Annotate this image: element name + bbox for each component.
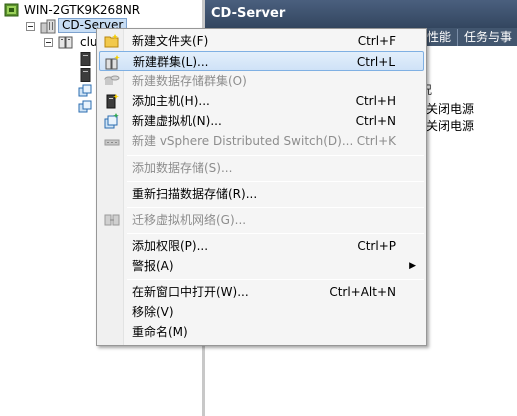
new-cluster-icon	[105, 55, 120, 70]
menu-item-label: 新建群集(L)...	[133, 55, 209, 69]
menu-item-new-datastore-cluster[interactable]: 新建数据存储群集(O)	[99, 71, 424, 91]
datacenter-icon	[40, 19, 56, 34]
menu-separator	[127, 181, 424, 182]
submenu-arrow-icon: ▶	[409, 261, 416, 271]
pane-title: CD-Server	[205, 0, 517, 28]
menu-item-label: 移除(V)	[132, 305, 174, 319]
tree-cluster-label: clu	[80, 35, 98, 49]
menu-item-label: 添加数据存储(S)...	[132, 161, 233, 175]
tree-root-label: WIN-2GTK9K268NR	[24, 3, 141, 17]
menu-item-shortcut: Ctrl+P	[357, 239, 396, 253]
menu-item-label: 新建数据存储群集(O)	[132, 74, 247, 88]
vcenter-icon	[4, 3, 19, 17]
menu-item-remove[interactable]: 移除(V)	[99, 302, 424, 322]
menu-item-add-datastore[interactable]: 添加数据存储(S)...	[99, 158, 424, 178]
collapse-toggle[interactable]	[44, 38, 53, 47]
menu-item-rescan-datastores[interactable]: 重新扫描数据存储(R)...	[99, 184, 424, 204]
vm-icon[interactable]	[78, 100, 92, 114]
menu-item-label: 在新窗口中打开(W)...	[132, 285, 249, 299]
cluster-icon	[58, 36, 73, 49]
menu-item-shortcut: Ctrl+L	[356, 55, 395, 69]
menu-item-shortcut: Ctrl+H	[355, 94, 396, 108]
menu-separator	[127, 155, 424, 156]
vm-icon[interactable]	[78, 84, 92, 98]
menu-item-label: 添加权限(P)...	[132, 239, 209, 253]
distributed-switch-icon	[104, 139, 120, 146]
menu-item-shortcut: Ctrl+Alt+N	[329, 285, 396, 299]
add-host-icon	[106, 94, 119, 109]
menu-item-label: 重命名(M)	[132, 325, 188, 339]
menu-item-label: 重新扫描数据存储(R)...	[132, 187, 258, 201]
menu-item-label: 迁移虚拟机网络(G)...	[132, 213, 247, 227]
menu-item-alarms[interactable]: 警报(A) ▶	[99, 256, 424, 276]
menu-item-label: 警报(A)	[132, 259, 174, 273]
menu-separator	[127, 279, 424, 280]
menu-separator	[127, 207, 424, 208]
menu-item-shortcut: Ctrl+N	[355, 114, 396, 128]
table-cell-status: 关闭电源	[426, 102, 475, 116]
collapse-toggle[interactable]	[26, 22, 35, 31]
menu-item-label: 新建 vSphere Distributed Switch(D)...	[132, 134, 354, 148]
menu-item-shortcut: Ctrl+K	[356, 134, 396, 148]
menu-separator	[127, 233, 424, 234]
menu-item-rename[interactable]: 重命名(M)	[99, 322, 424, 342]
menu-item-shortcut: Ctrl+F	[357, 34, 396, 48]
table-cell-status: 关闭电源	[426, 119, 475, 133]
menu-item-add-host[interactable]: 添加主机(H)... Ctrl+H	[99, 91, 424, 111]
menu-item-new-folder[interactable]: 新建文件夹(F) Ctrl+F	[99, 31, 424, 51]
menu-item-label: 添加主机(H)...	[132, 94, 210, 108]
menu-item-new-vm[interactable]: 新建虚拟机(N)... Ctrl+N	[99, 111, 424, 131]
host-icon[interactable]	[80, 68, 92, 82]
menu-item-open-new-window[interactable]: 在新窗口中打开(W)... Ctrl+Alt+N	[99, 282, 424, 302]
menu-item-migrate-vm-network[interactable]: 迁移虚拟机网络(G)...	[99, 210, 424, 230]
menu-item-new-distributed-switch[interactable]: 新建 vSphere Distributed Switch(D)... Ctrl…	[99, 131, 424, 151]
tab-tasks-events[interactable]: 任务与事	[457, 29, 517, 46]
new-vm-icon	[104, 113, 119, 129]
new-folder-icon	[104, 34, 119, 48]
datastore-cluster-icon	[104, 75, 120, 85]
context-menu: 新建文件夹(F) Ctrl+F 新建群集(L)... Ctrl+L 新建数据存储…	[96, 28, 427, 346]
migrate-network-icon	[104, 214, 120, 226]
menu-item-new-cluster[interactable]: 新建群集(L)... Ctrl+L	[99, 51, 424, 71]
menu-item-label: 新建文件夹(F)	[132, 34, 209, 48]
menu-item-label: 新建虚拟机(N)...	[132, 114, 222, 128]
host-icon[interactable]	[80, 52, 92, 66]
menu-item-add-permission[interactable]: 添加权限(P)... Ctrl+P	[99, 236, 424, 256]
